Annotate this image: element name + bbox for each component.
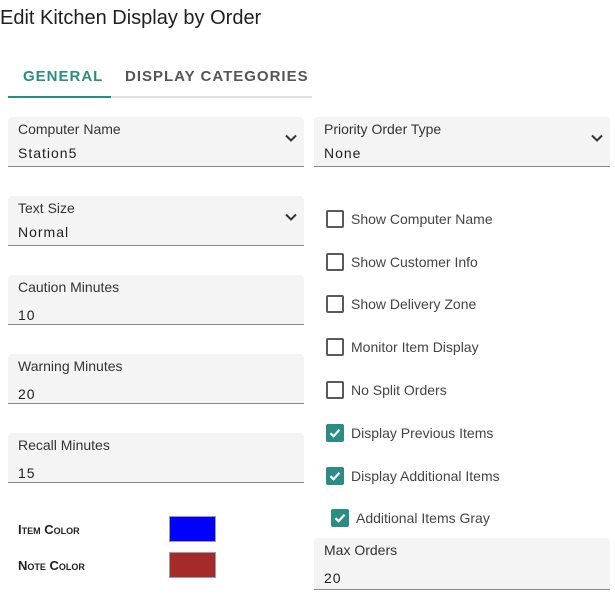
checkbox-label: Show Customer Info (351, 254, 478, 270)
checkbox-label: Additional Items Gray (356, 510, 490, 526)
max-orders-input[interactable]: 20 (324, 570, 342, 586)
checkbox-label: Monitor Item Display (351, 339, 479, 355)
page-title: Edit Kitchen Display by Order (0, 7, 262, 29)
checkbox-label: Show Computer Name (351, 211, 493, 227)
chevron-down-icon[interactable] (284, 131, 298, 145)
max-orders-label: Max Orders (324, 542, 398, 558)
checkbox-box[interactable] (326, 295, 344, 313)
recall-minutes-label: Recall Minutes (18, 437, 110, 453)
checkbox-box[interactable] (326, 424, 344, 442)
check-icon (329, 429, 341, 438)
chevron-down-icon[interactable] (284, 210, 298, 224)
note-color-label: Note Color (18, 558, 85, 573)
note-color-swatch[interactable] (169, 552, 216, 578)
item-color-swatch[interactable] (169, 516, 216, 542)
additional-items-gray-checkbox[interactable]: Additional Items Gray (331, 507, 490, 529)
computer-name-label: Computer Name (18, 121, 121, 137)
text-size-value: Normal (18, 224, 70, 240)
checkbox-box[interactable] (331, 509, 349, 527)
checkbox-label: Show Delivery Zone (351, 296, 477, 312)
recall-minutes-input[interactable]: 15 (18, 465, 36, 481)
max-orders-field[interactable]: Max Orders 20 (314, 538, 610, 590)
check-icon (334, 514, 346, 523)
item-color-label: Item Color (18, 522, 80, 537)
checkbox-box[interactable] (326, 381, 344, 399)
warning-minutes-label: Warning Minutes (18, 358, 123, 374)
display-additional-items-checkbox[interactable]: Display Additional Items (326, 465, 500, 487)
warning-minutes-field[interactable]: Warning Minutes 20 (8, 354, 304, 404)
checkbox-box[interactable] (326, 338, 344, 356)
show-delivery-zone-checkbox[interactable]: Show Delivery Zone (326, 293, 476, 315)
caution-minutes-field[interactable]: Caution Minutes 10 (8, 275, 304, 325)
warning-minutes-input[interactable]: 20 (18, 386, 36, 402)
priority-order-type-value: None (324, 145, 362, 161)
show-customer-info-checkbox[interactable]: Show Customer Info (326, 251, 478, 273)
check-icon (329, 472, 341, 481)
text-size-select[interactable]: Text Size Normal (8, 196, 304, 246)
recall-minutes-field[interactable]: Recall Minutes 15 (8, 433, 304, 483)
caution-minutes-label: Caution Minutes (18, 279, 120, 295)
text-size-label: Text Size (18, 200, 75, 216)
note-color-row: Note Color (18, 552, 218, 578)
active-tab-indicator (8, 96, 111, 98)
priority-order-type-label: Priority Order Type (324, 121, 442, 137)
show-computer-name-checkbox[interactable]: Show Computer Name (326, 208, 493, 230)
no-split-orders-checkbox[interactable]: No Split Orders (326, 379, 447, 401)
tab-general[interactable]: GENERAL (23, 68, 103, 85)
checkbox-box[interactable] (326, 467, 344, 485)
checkbox-box[interactable] (326, 210, 344, 228)
computer-name-value: Station5 (18, 145, 78, 161)
priority-order-type-select[interactable]: Priority Order Type None (314, 117, 610, 167)
item-color-row: Item Color (18, 516, 218, 542)
checkbox-label: No Split Orders (351, 382, 447, 398)
chevron-down-icon[interactable] (590, 131, 604, 145)
checkbox-box[interactable] (326, 253, 344, 271)
checkbox-label: Display Additional Items (351, 468, 500, 484)
caution-minutes-input[interactable]: 10 (18, 307, 36, 323)
checkbox-label: Display Previous Items (351, 425, 494, 441)
display-previous-items-checkbox[interactable]: Display Previous Items (326, 422, 493, 444)
tab-display-categories[interactable]: DISPLAY CATEGORIES (125, 68, 309, 85)
computer-name-select[interactable]: Computer Name Station5 (8, 117, 304, 167)
tab-bar: GENERAL DISPLAY CATEGORIES (8, 62, 312, 98)
monitor-item-display-checkbox[interactable]: Monitor Item Display (326, 336, 479, 358)
